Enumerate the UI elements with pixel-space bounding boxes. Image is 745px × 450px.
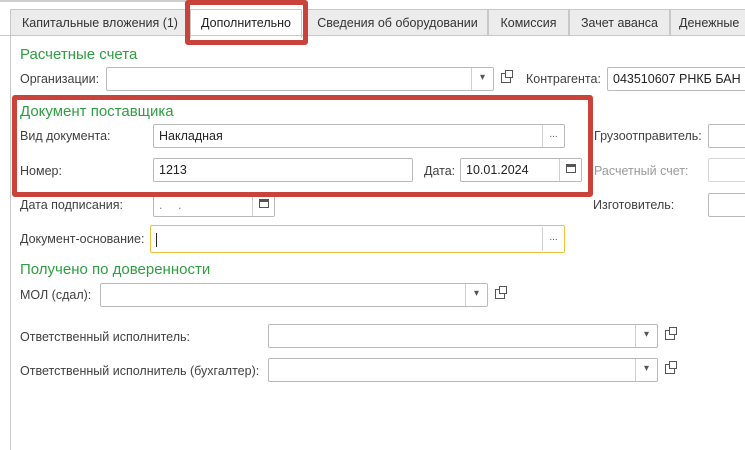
contractor-label: Контрагента: [526,72,601,86]
date-field[interactable]: 10.01.2024 [460,158,582,182]
doc-type-select-button[interactable]: ... [542,125,564,147]
doc-type-field[interactable]: Накладная ... [153,124,565,148]
sign-date-label: Дата подписания: [20,198,123,212]
org-open-button[interactable] [497,67,515,91]
date-label: Дата: [424,164,456,178]
basis-select-button[interactable]: ... [542,227,564,251]
open-icon [495,286,507,300]
open-icon [665,327,677,341]
section-title-proxy: Получено по доверенности [20,261,211,278]
tab-commission[interactable]: Комиссия [488,9,569,36]
chevron-down-icon: ▾ [643,329,650,340]
date-calendar-button[interactable] [559,159,581,181]
doc-type-label: Вид документа: [20,129,111,143]
number-label: Номер: [20,164,62,178]
ellipsis-icon: ... [549,232,558,243]
tab-capital-investments[interactable]: Капитальные вложения (1) [10,9,190,36]
accountant-label: Ответственный исполнитель (бухгалтер): [20,364,260,378]
top-strip [0,0,248,2]
org-dropdown-button[interactable]: ▾ [471,68,493,90]
executor-field[interactable]: ▾ [268,324,658,348]
number-field[interactable]: 1213 [153,158,413,182]
doc-type-value: Накладная [159,129,223,143]
mol-field[interactable]: ▾ [100,283,488,307]
org-field[interactable]: ▾ [106,67,494,91]
account-field[interactable] [708,158,745,182]
sign-date-field[interactable]: . . [153,193,275,217]
manufacturer-label: Изготовитель: [593,198,675,212]
tab-advance-offset[interactable]: Зачет аванса [569,9,670,36]
calendar-icon [258,198,269,208]
section-title-accounts: Расчетные счета [20,46,138,63]
manufacturer-field[interactable] [708,193,745,217]
basis-label: Документ-основание: [20,232,145,246]
date-value: 10.01.2024 [466,163,529,177]
executor-label: Ответственный исполнитель: [20,330,191,344]
chevron-down-icon: ▾ [479,72,486,83]
mol-dropdown-button[interactable]: ▾ [465,284,487,306]
accountant-dropdown-button[interactable]: ▾ [635,359,657,381]
sign-date-value: . . [159,198,188,212]
panel-left-border [10,36,11,450]
open-icon [665,361,677,375]
text-cursor [156,232,157,247]
section-title-supplier-doc: Документ поставщика [20,103,174,120]
accountant-open-button[interactable] [661,358,679,382]
mol-open-button[interactable] [491,283,509,307]
calendar-icon [565,163,576,173]
executor-open-button[interactable] [661,324,679,348]
number-value: 1213 [159,163,187,177]
chevron-down-icon: ▾ [473,288,480,299]
org-label: Организации: [20,72,100,86]
tab-money[interactable]: Денежные [670,9,745,36]
ellipsis-icon: ... [549,129,558,140]
executor-dropdown-button[interactable]: ▾ [635,325,657,347]
mol-label: МОЛ (сдал): [20,288,92,302]
tab-equipment-info[interactable]: Сведения об оборудовании [307,9,488,36]
tab-bar: Капитальные вложения (1) Дополнительно С… [0,0,745,38]
shipper-field[interactable] [708,124,745,148]
open-icon [501,70,513,84]
tab-divider [0,35,745,36]
contractor-field[interactable]: 043510607 РНКБ БАН [607,67,745,91]
tab-additional[interactable]: Дополнительно [190,9,302,38]
accountant-field[interactable]: ▾ [268,358,658,382]
sign-date-calendar-button[interactable] [252,194,274,216]
contractor-value: 043510607 РНКБ БАН [613,72,741,86]
account-label: Расчетный счет: [594,164,689,178]
basis-field[interactable]: ... [150,225,565,253]
chevron-down-icon: ▾ [643,363,650,374]
shipper-label: Грузоотправитель: [594,129,702,143]
